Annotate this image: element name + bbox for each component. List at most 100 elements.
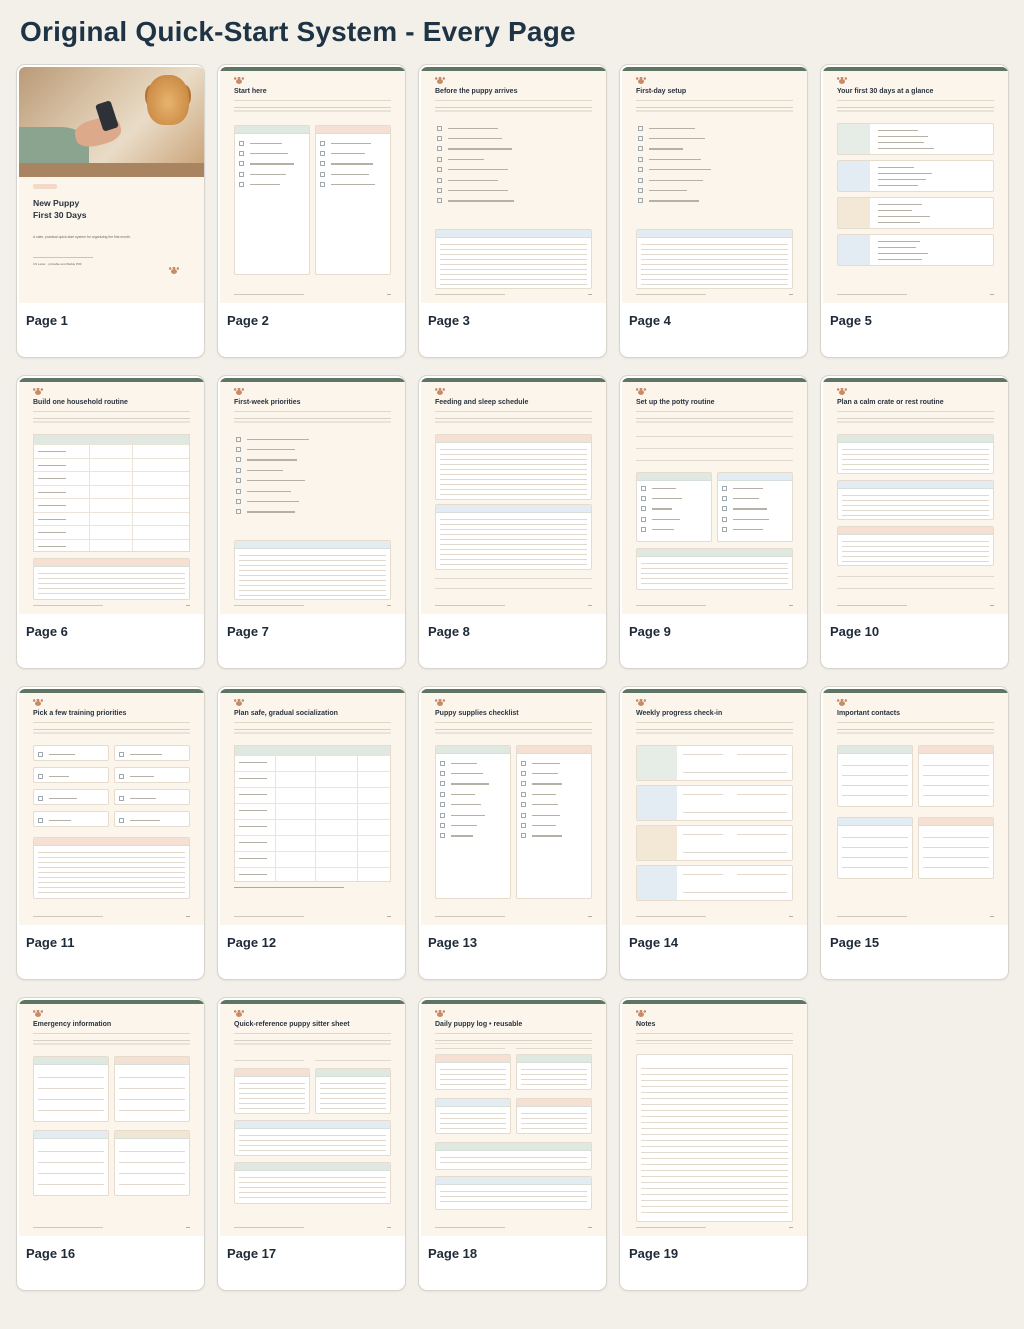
page-card[interactable]: Before the puppy arrives Page 3 — [418, 64, 607, 358]
paw-icon — [234, 699, 244, 706]
page-thumbnail[interactable]: Weekly progress check-in — [622, 689, 807, 925]
page-thumbnail[interactable]: Puppy supplies checklist — [421, 689, 606, 925]
paw-icon — [837, 388, 847, 395]
page-label: Page 12 — [227, 935, 277, 950]
page-thumbnail[interactable]: Plan safe, gradual socialization — [220, 689, 405, 925]
page-thumbnail[interactable]: Start here — [220, 67, 405, 303]
page-heading: First-day setup — [636, 88, 687, 95]
page-label: Page 18 — [428, 1246, 478, 1261]
page-card[interactable]: Your first 30 days at a glance Page 5 — [820, 64, 1009, 358]
paw-icon — [837, 699, 847, 706]
page-card[interactable]: First-week priorities Page 7 — [217, 375, 406, 669]
page-thumbnail-grid: New Puppy First 30 Days A calm, practica… — [16, 64, 1009, 1291]
page-card[interactable]: Set up the potty routine Page 9 — [619, 375, 808, 669]
page-heading: Daily puppy log • reusable — [435, 1021, 523, 1028]
page-label: Page 4 — [629, 313, 671, 328]
page-heading: Plan safe, gradual socialization — [234, 710, 338, 717]
page-card[interactable]: First-day setup Page 4 — [619, 64, 808, 358]
page-heading: Puppy supplies checklist — [435, 710, 519, 717]
paw-icon — [234, 1010, 244, 1017]
page-thumbnail[interactable]: Feeding and sleep schedule — [421, 378, 606, 614]
page-label: Page 11 — [26, 935, 75, 950]
page-card[interactable]: Plan a calm crate or rest routine Page 1… — [820, 375, 1009, 669]
page-heading: Notes — [636, 1021, 656, 1028]
page-thumbnail[interactable]: First-day setup — [622, 67, 807, 303]
page-label: Page 14 — [629, 935, 679, 950]
page-heading: Your first 30 days at a glance — [837, 88, 934, 95]
cover-photo — [19, 67, 204, 177]
page-thumbnail[interactable]: Quick-reference puppy sitter sheet — [220, 1000, 405, 1236]
page-heading: Weekly progress check-in — [636, 710, 723, 717]
page-card[interactable]: Daily puppy log • reusable Page 18 — [418, 997, 607, 1291]
paw-icon — [636, 388, 646, 395]
page-heading: Before the puppy arrives — [435, 88, 518, 95]
page-thumbnail[interactable]: Daily puppy log • reusable — [421, 1000, 606, 1236]
cover-subtitle: A calm, practical quick-start system for… — [33, 235, 131, 239]
paw-icon — [435, 1010, 445, 1017]
page-label: Page 2 — [227, 313, 269, 328]
paw-icon — [837, 77, 847, 84]
paw-icon — [435, 77, 445, 84]
page-label: Page 13 — [428, 935, 478, 950]
cover-badge — [33, 184, 57, 189]
page-card[interactable]: Pick a few training priorities Page 11 — [16, 686, 205, 980]
paw-icon — [636, 699, 646, 706]
page-thumbnail[interactable]: Pick a few training priorities — [19, 689, 204, 925]
cover-meta: US Letter · printable and fillable PDF — [33, 262, 82, 266]
paw-icon — [33, 1010, 43, 1017]
paw-icon — [234, 77, 244, 84]
puppy-image — [147, 75, 189, 125]
page-heading: Pick a few training priorities — [33, 710, 127, 717]
paw-icon — [234, 388, 244, 395]
page-thumbnail[interactable]: Plan a calm crate or rest routine — [823, 378, 1008, 614]
page-thumbnail[interactable]: Your first 30 days at a glance — [823, 67, 1008, 303]
page-thumbnail[interactable]: Build one household routine — [19, 378, 204, 614]
page-label: Page 5 — [830, 313, 872, 328]
page-label: Page 10 — [830, 624, 880, 639]
page-card[interactable]: Feeding and sleep schedule Page 8 — [418, 375, 607, 669]
page-thumbnail[interactable]: Before the puppy arrives — [421, 67, 606, 303]
page-label: Page 1 — [26, 313, 68, 328]
page-label: Page 9 — [629, 624, 671, 639]
page-heading: Emergency information — [33, 1021, 112, 1028]
page-thumbnail[interactable]: Set up the potty routine — [622, 378, 807, 614]
page-card[interactable]: Important contacts Page 15 — [820, 686, 1009, 980]
page-thumbnail[interactable]: Notes — [622, 1000, 807, 1236]
cover-title: New Puppy First 30 Days — [33, 198, 87, 220]
page-heading: Important contacts — [837, 710, 901, 717]
page-label: Page 6 — [26, 624, 68, 639]
page-card[interactable]: Emergency information Page 16 — [16, 997, 205, 1291]
page-card[interactable]: Notes Page 19 — [619, 997, 808, 1291]
page-thumbnail[interactable]: First-week priorities — [220, 378, 405, 614]
page-label: Page 7 — [227, 624, 269, 639]
page-heading: Plan a calm crate or rest routine — [837, 399, 944, 406]
paw-icon — [435, 699, 445, 706]
page-card[interactable]: Weekly progress check-in Page 14 — [619, 686, 808, 980]
page-card[interactable]: Plan safe, gradual socialization Page 12 — [217, 686, 406, 980]
paw-icon — [33, 388, 43, 395]
page-heading: Set up the potty routine — [636, 399, 715, 406]
page-label: Page 17 — [227, 1246, 277, 1261]
page-label: Page 15 — [830, 935, 880, 950]
page-label: Page 3 — [428, 313, 470, 328]
page-thumbnail[interactable]: New Puppy First 30 Days A calm, practica… — [19, 67, 204, 303]
page-thumbnail[interactable]: Important contacts — [823, 689, 1008, 925]
page-card[interactable]: Puppy supplies checklist Page 13 — [418, 686, 607, 980]
page-card[interactable]: Start here Page 2 — [217, 64, 406, 358]
paw-icon — [33, 699, 43, 706]
page-heading: Start here — [234, 88, 267, 95]
page-title: Original Quick-Start System - Every Page — [20, 16, 576, 47]
page-heading: Feeding and sleep schedule — [435, 399, 529, 406]
page-thumbnail[interactable]: Emergency information — [19, 1000, 204, 1236]
page-heading: Build one household routine — [33, 399, 128, 406]
page-heading: Quick-reference puppy sitter sheet — [234, 1021, 350, 1028]
page-label: Page 16 — [26, 1246, 76, 1261]
page-label: Page 19 — [629, 1246, 679, 1261]
page-label: Page 8 — [428, 624, 470, 639]
paw-icon — [435, 388, 445, 395]
paw-icon — [169, 267, 179, 274]
page-card[interactable]: Quick-reference puppy sitter sheet Page … — [217, 997, 406, 1291]
page-card[interactable]: New Puppy First 30 Days A calm, practica… — [16, 64, 205, 358]
page-card[interactable]: Build one household routine Page 6 — [16, 375, 205, 669]
paw-icon — [636, 77, 646, 84]
